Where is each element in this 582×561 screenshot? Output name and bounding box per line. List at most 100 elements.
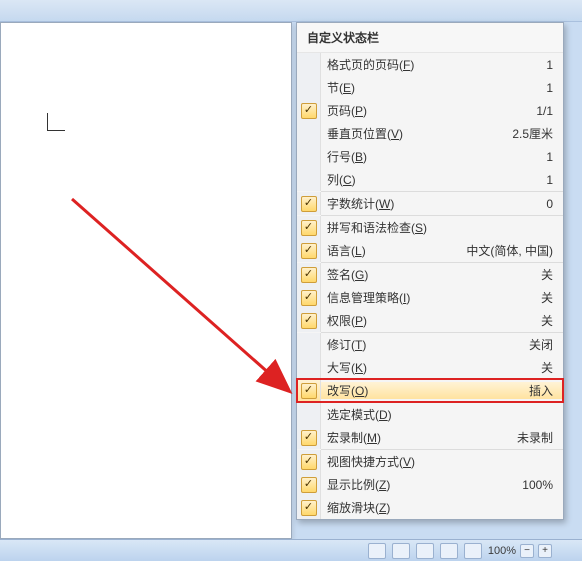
menu-item-value: 2.5厘米 bbox=[512, 125, 563, 142]
menu-item-label: 行号(B) bbox=[321, 148, 546, 165]
check-column: ✓ bbox=[297, 216, 321, 239]
menu-item-value: 关闭 bbox=[529, 336, 563, 353]
menu-item-label: 显示比例(Z) bbox=[321, 476, 522, 493]
check-column bbox=[297, 76, 321, 99]
status-bar: 100% − + bbox=[0, 539, 582, 561]
menu-item[interactable]: 行号(B)1 bbox=[297, 145, 563, 168]
menu-item[interactable]: 修订(T)关闭 bbox=[297, 333, 563, 356]
view-outline-button[interactable] bbox=[440, 543, 458, 559]
check-column: ✓ bbox=[297, 99, 321, 122]
check-column bbox=[297, 145, 321, 168]
check-column bbox=[297, 122, 321, 145]
check-icon: ✓ bbox=[301, 220, 317, 236]
menu-item-value: 关 bbox=[541, 359, 563, 376]
check-icon: ✓ bbox=[301, 196, 317, 212]
check-column: ✓ bbox=[297, 263, 321, 286]
margin-corner-mark bbox=[47, 113, 65, 131]
menu-item-value: 1 bbox=[546, 173, 563, 187]
zoom-in-button[interactable]: + bbox=[538, 544, 552, 558]
menu-item-value: 1 bbox=[546, 150, 563, 164]
zoom-value[interactable]: 100% bbox=[488, 545, 516, 557]
check-column: ✓ bbox=[297, 192, 321, 215]
menu-item-value: 1 bbox=[546, 81, 563, 95]
menu-item[interactable]: ✓权限(P)关 bbox=[297, 309, 563, 332]
check-icon: ✓ bbox=[301, 477, 317, 493]
menu-item[interactable]: ✓缩放滑块(Z) bbox=[297, 496, 563, 519]
menu-item-label: 垂直页位置(V) bbox=[321, 125, 512, 142]
check-column bbox=[297, 333, 321, 356]
menu-item-value: 关 bbox=[541, 266, 563, 283]
check-icon: ✓ bbox=[301, 103, 317, 119]
menu-item[interactable]: 大写(K)关 bbox=[297, 356, 563, 379]
zoom-out-button[interactable]: − bbox=[520, 544, 534, 558]
menu-item[interactable]: ✓显示比例(Z)100% bbox=[297, 473, 563, 496]
menu-item-value: 未录制 bbox=[517, 429, 563, 446]
check-column bbox=[297, 403, 321, 426]
menu-item-label: 签名(G) bbox=[321, 266, 541, 283]
check-column: ✓ bbox=[297, 496, 321, 519]
menu-item-value: 关 bbox=[541, 289, 563, 306]
check-column: ✓ bbox=[297, 426, 321, 449]
menu-item[interactable]: ✓信息管理策略(I)关 bbox=[297, 286, 563, 309]
menu-item[interactable]: 节(E)1 bbox=[297, 76, 563, 99]
ribbon-strip bbox=[0, 0, 582, 22]
menu-item-label: 信息管理策略(I) bbox=[321, 289, 541, 306]
view-print-layout-button[interactable] bbox=[368, 543, 386, 559]
menu-title: 自定义状态栏 bbox=[297, 23, 563, 53]
check-column: ✓ bbox=[297, 309, 321, 332]
menu-item-label: 改写(O) bbox=[321, 382, 529, 399]
check-column bbox=[297, 53, 321, 76]
menu-item-value: 1 bbox=[546, 58, 563, 72]
menu-item-label: 拼写和语法检查(S) bbox=[321, 219, 553, 236]
menu-item[interactable]: ✓宏录制(M)未录制 bbox=[297, 426, 563, 449]
check-column: ✓ bbox=[297, 450, 321, 473]
check-icon: ✓ bbox=[301, 290, 317, 306]
check-icon: ✓ bbox=[301, 313, 317, 329]
menu-item-label: 修订(T) bbox=[321, 336, 529, 353]
menu-item-label: 字数统计(W) bbox=[321, 195, 546, 212]
check-icon: ✓ bbox=[301, 430, 317, 446]
menu-item[interactable]: ✓视图快捷方式(V) bbox=[297, 450, 563, 473]
menu-item-label: 选定模式(D) bbox=[321, 406, 553, 423]
menu-item[interactable]: ✓改写(O)插入 bbox=[297, 379, 563, 402]
menu-item-value: 关 bbox=[541, 312, 563, 329]
customize-status-bar-menu: 自定义状态栏 格式页的页码(F)1节(E)1✓页码(P)1/1垂直页位置(V)2… bbox=[296, 22, 564, 520]
menu-item-label: 语言(L) bbox=[321, 242, 466, 259]
menu-item[interactable]: ✓拼写和语法检查(S) bbox=[297, 216, 563, 239]
menu-item[interactable]: 格式页的页码(F)1 bbox=[297, 53, 563, 76]
menu-item-label: 页码(P) bbox=[321, 102, 536, 119]
menu-item-value: 插入 bbox=[529, 382, 563, 399]
check-icon: ✓ bbox=[301, 267, 317, 283]
menu-item[interactable]: ✓签名(G)关 bbox=[297, 263, 563, 286]
view-draft-button[interactable] bbox=[464, 543, 482, 559]
document-page[interactable] bbox=[0, 22, 292, 539]
menu-body: 格式页的页码(F)1节(E)1✓页码(P)1/1垂直页位置(V)2.5厘米行号(… bbox=[297, 53, 563, 519]
menu-item-value: 100% bbox=[522, 478, 563, 492]
menu-item[interactable]: 列(C)1 bbox=[297, 168, 563, 191]
menu-item-label: 权限(P) bbox=[321, 312, 541, 329]
check-icon: ✓ bbox=[301, 454, 317, 470]
menu-item-label: 宏录制(M) bbox=[321, 429, 517, 446]
menu-item[interactable]: ✓字数统计(W)0 bbox=[297, 192, 563, 215]
menu-item[interactable]: 垂直页位置(V)2.5厘米 bbox=[297, 122, 563, 145]
check-column: ✓ bbox=[297, 473, 321, 496]
view-web-button[interactable] bbox=[416, 543, 434, 559]
menu-item-label: 视图快捷方式(V) bbox=[321, 453, 553, 470]
menu-item-label: 大写(K) bbox=[321, 359, 541, 376]
check-column bbox=[297, 356, 321, 379]
menu-item-label: 列(C) bbox=[321, 171, 546, 188]
menu-item-value: 0 bbox=[546, 197, 563, 211]
menu-item[interactable]: ✓页码(P)1/1 bbox=[297, 99, 563, 122]
view-reading-button[interactable] bbox=[392, 543, 410, 559]
check-column: ✓ bbox=[297, 286, 321, 309]
zoom-control: 100% − + bbox=[488, 544, 552, 558]
check-column: ✓ bbox=[297, 379, 321, 402]
menu-item-value: 中文(简体, 中国) bbox=[466, 242, 563, 259]
check-icon: ✓ bbox=[301, 500, 317, 516]
check-column bbox=[297, 168, 321, 191]
check-column: ✓ bbox=[297, 239, 321, 262]
menu-item[interactable]: 选定模式(D) bbox=[297, 403, 563, 426]
menu-item[interactable]: ✓语言(L)中文(简体, 中国) bbox=[297, 239, 563, 262]
menu-item-value: 1/1 bbox=[536, 104, 563, 118]
menu-item-label: 格式页的页码(F) bbox=[321, 56, 546, 73]
